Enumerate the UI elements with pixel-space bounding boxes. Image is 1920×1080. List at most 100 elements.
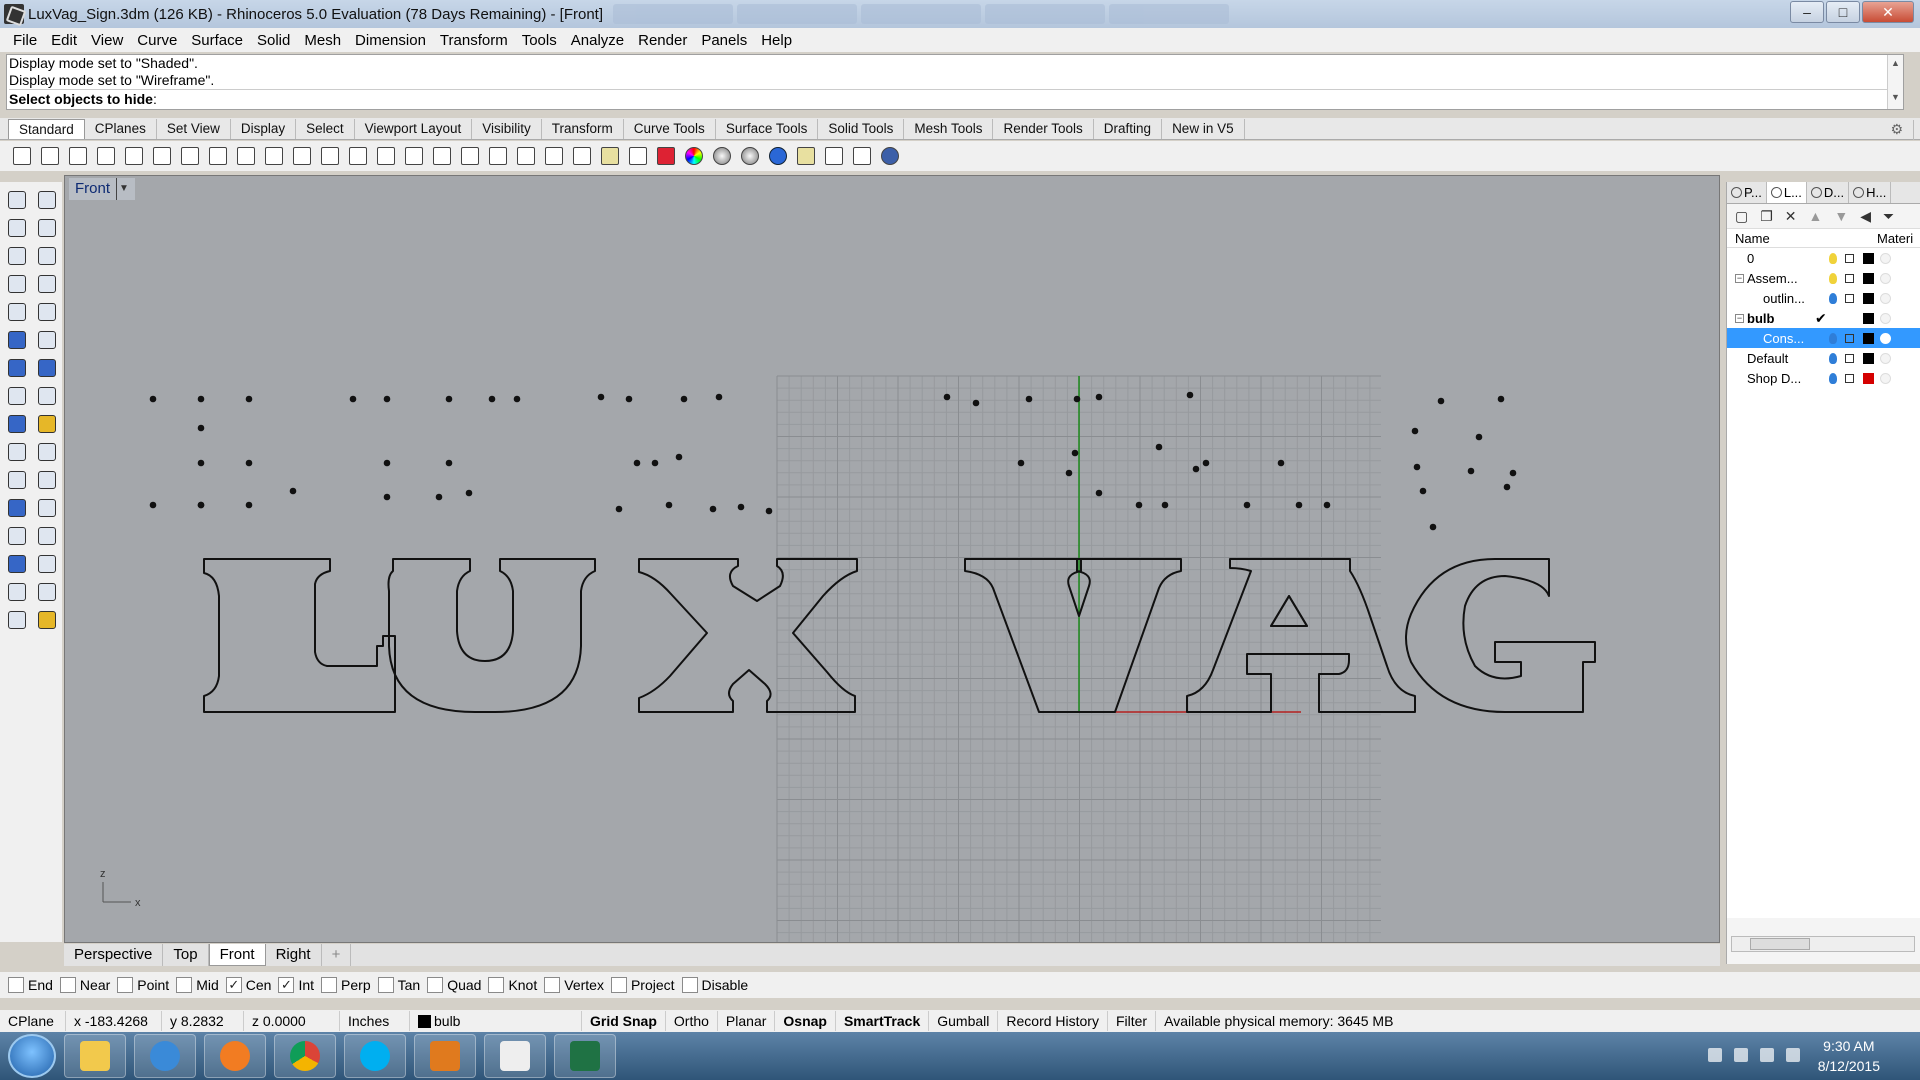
open-folder-icon[interactable] <box>38 144 62 168</box>
text-tool-icon[interactable] <box>3 522 31 550</box>
layer-color-swatch[interactable] <box>1863 352 1874 364</box>
layer-name[interactable]: outlin... <box>1763 291 1805 306</box>
taskbar-chrome[interactable] <box>274 1034 336 1078</box>
tab-visibility[interactable]: Visibility <box>472 119 542 139</box>
checkbox[interactable] <box>377 977 394 993</box>
shaded-icon[interactable] <box>654 144 678 168</box>
menu-mesh[interactable]: Mesh <box>297 32 348 49</box>
lock-icon[interactable] <box>626 144 650 168</box>
sphere-blue-icon[interactable] <box>766 144 790 168</box>
copy-icon[interactable] <box>178 144 202 168</box>
panel-tab-3[interactable]: H... <box>1849 182 1892 203</box>
taskbar-internet-explorer[interactable] <box>134 1034 196 1078</box>
polyline-tool-icon[interactable] <box>3 214 31 242</box>
taskbar-explorer[interactable] <box>64 1034 126 1078</box>
import-icon[interactable] <box>122 144 146 168</box>
box-tool-icon[interactable] <box>3 354 31 382</box>
menu-surface[interactable]: Surface <box>184 32 250 49</box>
material-icon[interactable] <box>1880 372 1891 384</box>
tab-mesh-tools[interactable]: Mesh Tools <box>904 119 994 139</box>
new-layer-icon[interactable]: ▢ <box>1735 208 1748 225</box>
ellipse-tool-icon[interactable] <box>33 242 61 270</box>
collapse-icon[interactable]: − <box>1735 313 1744 323</box>
checkbox[interactable] <box>681 977 698 993</box>
checkbox[interactable] <box>544 977 561 993</box>
checkbox[interactable] <box>176 977 193 993</box>
minimize-button[interactable]: – <box>1790 1 1824 23</box>
volume-icon[interactable] <box>1786 1048 1800 1062</box>
checkbox[interactable] <box>321 977 338 993</box>
menu-dimension[interactable]: Dimension <box>348 32 433 49</box>
cut-icon[interactable] <box>150 144 174 168</box>
command-area[interactable]: Display mode set to "Shaded". Display mo… <box>6 54 1904 110</box>
layer-color-swatch[interactable] <box>1863 252 1874 264</box>
rotate-tool-icon[interactable] <box>3 494 31 522</box>
fillet-tool-icon[interactable] <box>33 298 61 326</box>
panel-tab-1[interactable]: L... <box>1766 182 1807 203</box>
save-icon[interactable] <box>66 144 90 168</box>
zoom-all-icon[interactable] <box>374 144 398 168</box>
analyze-tool-icon[interactable] <box>33 410 61 438</box>
plane-tool-icon[interactable] <box>33 382 61 410</box>
osnap-knot[interactable]: Knot <box>488 977 537 993</box>
material-icon[interactable] <box>1880 352 1891 364</box>
checkbox[interactable]: ✓ <box>278 977 295 993</box>
check-tool-icon[interactable] <box>33 578 61 606</box>
lamp-icon[interactable] <box>794 144 818 168</box>
flag-icon[interactable] <box>1734 1048 1748 1062</box>
sphere-rendered-icon[interactable] <box>738 144 762 168</box>
close-button[interactable]: ✕ <box>1862 1 1914 23</box>
rhino-app-icon[interactable] <box>4 4 24 24</box>
sun-icon[interactable] <box>570 144 594 168</box>
tab-set-view[interactable]: Set View <box>157 119 231 139</box>
circle-tool-icon[interactable] <box>3 242 31 270</box>
layer-row[interactable]: Cons... <box>1727 328 1920 348</box>
layer-name[interactable]: Shop D... <box>1747 371 1801 386</box>
lock-icon[interactable] <box>1845 294 1854 303</box>
viewport-tab-perspective[interactable]: Perspective <box>64 944 164 966</box>
rectangle-tool-icon[interactable] <box>33 270 61 298</box>
lightbulb-icon[interactable] <box>1829 372 1837 384</box>
material-column-header[interactable]: Materi <box>1877 231 1913 246</box>
menu-curve[interactable]: Curve <box>130 32 184 49</box>
viewport-tab-right[interactable]: Right <box>266 944 322 966</box>
osnap-cen[interactable]: ✓ Cen <box>225 977 271 993</box>
taskbar-autodesk[interactable] <box>414 1034 476 1078</box>
layer-row[interactable]: 0 <box>1727 248 1920 268</box>
boolean-tool-icon[interactable] <box>33 354 61 382</box>
collapse-icon[interactable]: − <box>1735 273 1744 283</box>
scale-tool-icon[interactable] <box>33 494 61 522</box>
lock-icon[interactable] <box>1845 374 1854 383</box>
delete-icon[interactable]: ✕ <box>1785 208 1797 225</box>
maximize-button[interactable]: □ <box>1826 1 1860 23</box>
viewport-canvas[interactable]: zx <box>65 176 1720 943</box>
osnap-disable[interactable]: Disable <box>681 977 748 993</box>
tab-transform[interactable]: Transform <box>542 119 624 139</box>
tab-cplanes[interactable]: CPlanes <box>85 119 157 139</box>
clock[interactable]: 9:30 AM 8/12/2015 <box>1818 1036 1880 1076</box>
panel-tab-0[interactable]: P... <box>1727 182 1767 203</box>
revolve-tool-icon[interactable] <box>33 326 61 354</box>
viewport-tab-front[interactable]: Front <box>208 944 266 966</box>
menu-analyze[interactable]: Analyze <box>564 32 631 49</box>
zoom-selected-icon[interactable] <box>402 144 426 168</box>
ghost-tool-icon[interactable] <box>33 606 61 634</box>
sphere-gray-icon[interactable] <box>710 144 734 168</box>
lightbulb-icon[interactable] <box>1829 292 1837 304</box>
layer-row[interactable]: Shop D... <box>1727 368 1920 388</box>
osnap-point[interactable]: Point <box>117 977 169 993</box>
lock-icon[interactable] <box>1845 254 1854 263</box>
layer-row[interactable]: − bulb ✔ <box>1727 308 1920 328</box>
mesh-tool-icon[interactable] <box>33 466 61 494</box>
checkbox[interactable] <box>427 977 444 993</box>
ortho-toggle[interactable]: Ortho <box>666 1011 718 1031</box>
material-icon[interactable] <box>1880 252 1891 264</box>
rotate-view-icon[interactable] <box>430 144 454 168</box>
gumball-toggle[interactable]: Gumball <box>929 1011 999 1031</box>
new-sublayer-icon[interactable]: ❐ <box>1760 208 1773 225</box>
osnap-int[interactable]: ✓ Int <box>278 977 314 993</box>
move-up-icon[interactable]: ▲ <box>1809 208 1823 224</box>
arc-tool-icon[interactable] <box>3 298 31 326</box>
render-tool-icon[interactable] <box>3 606 31 634</box>
lightbulb-icon[interactable] <box>1829 272 1837 284</box>
